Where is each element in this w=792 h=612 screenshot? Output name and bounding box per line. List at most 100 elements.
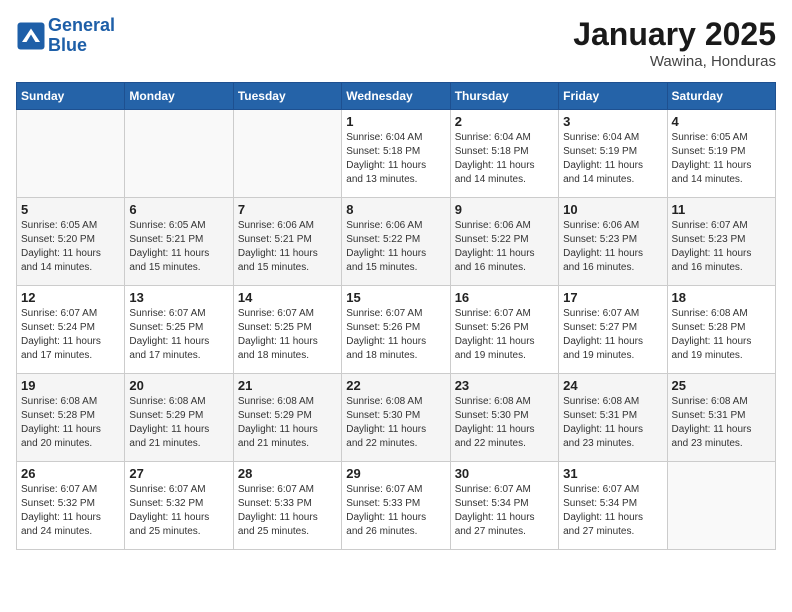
day-number: 22 xyxy=(346,378,445,393)
day-number: 21 xyxy=(238,378,337,393)
day-cell: 3 Sunrise: 6:04 AM Sunset: 5:19 PM Daylig… xyxy=(559,110,667,198)
calendar-subtitle: Wawina, Honduras xyxy=(573,53,776,70)
day-cell: 12 Sunrise: 6:07 AM Sunset: 5:24 PM Dayli… xyxy=(17,286,125,374)
day-cell: 24 Sunrise: 6:08 AM Sunset: 5:31 PM Dayli… xyxy=(559,374,667,462)
day-number: 30 xyxy=(455,466,554,481)
day-info: Sunrise: 6:08 AM Sunset: 5:31 PM Dayligh… xyxy=(563,395,662,451)
header-row: SundayMondayTuesdayWednesdayThursdayFrid… xyxy=(17,83,776,110)
day-cell: 8 Sunrise: 6:06 AM Sunset: 5:22 PM Daylig… xyxy=(342,198,450,286)
logo-line1: General xyxy=(48,15,115,35)
day-number: 25 xyxy=(672,378,771,393)
day-info: Sunrise: 6:07 AM Sunset: 5:25 PM Dayligh… xyxy=(238,307,337,363)
calendar-body: 1 Sunrise: 6:04 AM Sunset: 5:18 PM Daylig… xyxy=(17,110,776,550)
day-cell: 15 Sunrise: 6:07 AM Sunset: 5:26 PM Dayli… xyxy=(342,286,450,374)
day-number: 7 xyxy=(238,202,337,217)
day-number: 3 xyxy=(563,114,662,129)
day-cell: 23Sunrise: 6:08 AM Sunset: 5:30 PM Dayli… xyxy=(450,374,558,462)
day-number: 27 xyxy=(129,466,228,481)
day-cell xyxy=(125,110,233,198)
day-info: Sunrise: 6:08 AM Sunset: 5:29 PM Dayligh… xyxy=(129,395,228,451)
day-number: 20 xyxy=(129,378,228,393)
day-info: Sunrise: 6:08 AM Sunset: 5:28 PM Dayligh… xyxy=(21,395,120,451)
day-number: 13 xyxy=(129,290,228,305)
week-row-5: 26 Sunrise: 6:07 AM Sunset: 5:32 PM Dayli… xyxy=(17,462,776,550)
header: General Blue January 2025 Wawina, Hondur… xyxy=(16,16,776,70)
day-cell: 14 Sunrise: 6:07 AM Sunset: 5:25 PM Dayli… xyxy=(233,286,341,374)
day-cell: 2 Sunrise: 6:04 AM Sunset: 5:18 PM Daylig… xyxy=(450,110,558,198)
day-cell: 19 Sunrise: 6:08 AM Sunset: 5:28 PM Dayli… xyxy=(17,374,125,462)
day-info: Sunrise: 6:07 AM Sunset: 5:24 PM Dayligh… xyxy=(21,307,120,363)
day-cell: 18Sunrise: 6:08 AM Sunset: 5:28 PM Dayli… xyxy=(667,286,775,374)
day-number: 11 xyxy=(672,202,771,217)
day-cell: 27 Sunrise: 6:07 AM Sunset: 5:32 PM Dayli… xyxy=(125,462,233,550)
day-cell: 22Sunrise: 6:08 AM Sunset: 5:30 PM Dayli… xyxy=(342,374,450,462)
day-number: 8 xyxy=(346,202,445,217)
week-row-4: 19 Sunrise: 6:08 AM Sunset: 5:28 PM Dayli… xyxy=(17,374,776,462)
day-number: 5 xyxy=(21,202,120,217)
day-info: Sunrise: 6:06 AM Sunset: 5:22 PM Dayligh… xyxy=(455,219,554,275)
day-info: Sunrise: 6:07 AM Sunset: 5:32 PM Dayligh… xyxy=(129,483,228,539)
day-cell: 13 Sunrise: 6:07 AM Sunset: 5:25 PM Dayli… xyxy=(125,286,233,374)
day-number: 1 xyxy=(346,114,445,129)
day-info: Sunrise: 6:04 AM Sunset: 5:19 PM Dayligh… xyxy=(563,131,662,187)
day-number: 26 xyxy=(21,466,120,481)
day-info: Sunrise: 6:07 AM Sunset: 5:26 PM Dayligh… xyxy=(346,307,445,363)
day-number: 16 xyxy=(455,290,554,305)
day-cell: 20 Sunrise: 6:08 AM Sunset: 5:29 PM Dayli… xyxy=(125,374,233,462)
day-info: Sunrise: 6:07 AM Sunset: 5:25 PM Dayligh… xyxy=(129,307,228,363)
day-cell: 30 Sunrise: 6:07 AM Sunset: 5:34 PM Dayli… xyxy=(450,462,558,550)
day-info: Sunrise: 6:07 AM Sunset: 5:33 PM Dayligh… xyxy=(238,483,337,539)
day-info: Sunrise: 6:06 AM Sunset: 5:23 PM Dayligh… xyxy=(563,219,662,275)
day-info: Sunrise: 6:08 AM Sunset: 5:30 PM Dayligh… xyxy=(455,395,554,451)
day-info: Sunrise: 6:04 AM Sunset: 5:18 PM Dayligh… xyxy=(455,131,554,187)
day-cell: 31 Sunrise: 6:07 AM Sunset: 5:34 PM Dayli… xyxy=(559,462,667,550)
day-info: Sunrise: 6:07 AM Sunset: 5:23 PM Dayligh… xyxy=(672,219,771,275)
day-number: 4 xyxy=(672,114,771,129)
day-cell: 29Sunrise: 6:07 AM Sunset: 5:33 PM Dayli… xyxy=(342,462,450,550)
day-info: Sunrise: 6:05 AM Sunset: 5:21 PM Dayligh… xyxy=(129,219,228,275)
day-number: 19 xyxy=(21,378,120,393)
day-number: 2 xyxy=(455,114,554,129)
day-number: 29 xyxy=(346,466,445,481)
day-info: Sunrise: 6:06 AM Sunset: 5:22 PM Dayligh… xyxy=(346,219,445,275)
day-info: Sunrise: 6:05 AM Sunset: 5:20 PM Dayligh… xyxy=(21,219,120,275)
day-info: Sunrise: 6:08 AM Sunset: 5:31 PM Dayligh… xyxy=(672,395,771,451)
week-row-2: 5 Sunrise: 6:05 AM Sunset: 5:20 PM Daylig… xyxy=(17,198,776,286)
calendar-title: January 2025 xyxy=(573,16,776,53)
calendar-header: SundayMondayTuesdayWednesdayThursdayFrid… xyxy=(17,83,776,110)
day-number: 24 xyxy=(563,378,662,393)
day-cell: 9 Sunrise: 6:06 AM Sunset: 5:22 PM Daylig… xyxy=(450,198,558,286)
day-number: 28 xyxy=(238,466,337,481)
logo-text: General Blue xyxy=(48,16,115,56)
day-cell: 1Sunrise: 6:04 AM Sunset: 5:18 PM Daylig… xyxy=(342,110,450,198)
day-cell: 21 Sunrise: 6:08 AM Sunset: 5:29 PM Dayli… xyxy=(233,374,341,462)
day-cell xyxy=(17,110,125,198)
day-cell xyxy=(233,110,341,198)
day-info: Sunrise: 6:06 AM Sunset: 5:21 PM Dayligh… xyxy=(238,219,337,275)
day-cell: 5 Sunrise: 6:05 AM Sunset: 5:20 PM Daylig… xyxy=(17,198,125,286)
day-number: 12 xyxy=(21,290,120,305)
day-info: Sunrise: 6:07 AM Sunset: 5:34 PM Dayligh… xyxy=(563,483,662,539)
day-number: 15 xyxy=(346,290,445,305)
day-info: Sunrise: 6:07 AM Sunset: 5:34 PM Dayligh… xyxy=(455,483,554,539)
day-number: 14 xyxy=(238,290,337,305)
header-cell-monday: Monday xyxy=(125,83,233,110)
logo-line2: Blue xyxy=(48,35,87,55)
day-info: Sunrise: 6:07 AM Sunset: 5:27 PM Dayligh… xyxy=(563,307,662,363)
day-cell: 6Sunrise: 6:05 AM Sunset: 5:21 PM Daylig… xyxy=(125,198,233,286)
header-cell-friday: Friday xyxy=(559,83,667,110)
header-cell-sunday: Sunday xyxy=(17,83,125,110)
header-cell-wednesday: Wednesday xyxy=(342,83,450,110)
day-number: 31 xyxy=(563,466,662,481)
day-cell: 16 Sunrise: 6:07 AM Sunset: 5:26 PM Dayli… xyxy=(450,286,558,374)
day-cell: 10 Sunrise: 6:06 AM Sunset: 5:23 PM Dayli… xyxy=(559,198,667,286)
day-cell: 4Sunrise: 6:05 AM Sunset: 5:19 PM Daylig… xyxy=(667,110,775,198)
day-number: 10 xyxy=(563,202,662,217)
logo-icon xyxy=(16,21,46,51)
day-number: 9 xyxy=(455,202,554,217)
day-cell: 11 Sunrise: 6:07 AM Sunset: 5:23 PM Dayli… xyxy=(667,198,775,286)
day-info: Sunrise: 6:07 AM Sunset: 5:26 PM Dayligh… xyxy=(455,307,554,363)
header-cell-thursday: Thursday xyxy=(450,83,558,110)
header-cell-saturday: Saturday xyxy=(667,83,775,110)
day-info: Sunrise: 6:08 AM Sunset: 5:29 PM Dayligh… xyxy=(238,395,337,451)
